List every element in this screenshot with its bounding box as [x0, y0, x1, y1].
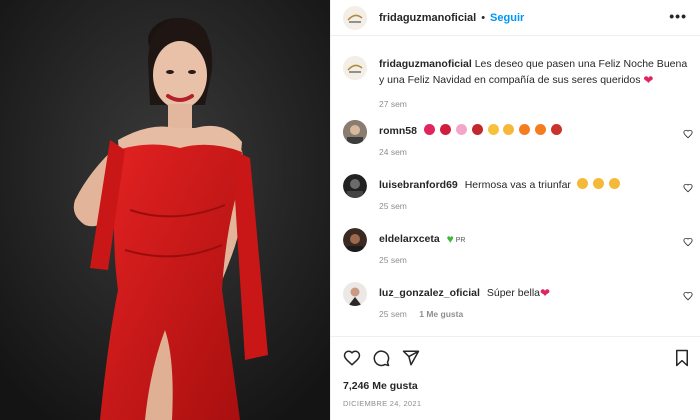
pr-flag: PR — [455, 237, 466, 244]
fire-emoji-icon — [519, 124, 531, 135]
clap-emoji-icon — [592, 178, 604, 189]
comment-time[interactable]: 25 sem — [379, 255, 407, 265]
heart-arrow-emoji-icon — [423, 124, 435, 135]
comment-item: luisebranford69 Hermosa vas a triunfar 2… — [343, 174, 693, 214]
comment-icon[interactable] — [372, 349, 390, 367]
rose-emoji-icon — [471, 124, 483, 135]
comment-username[interactable]: eldelarxceta — [379, 233, 440, 245]
heart-emoji-icon: ❤ — [643, 73, 654, 87]
bookmark-icon[interactable] — [674, 349, 690, 367]
photo-illustration — [0, 0, 330, 420]
follow-button[interactable]: Seguir — [490, 12, 524, 24]
likes-count[interactable]: 7,246 Me gusta — [343, 380, 418, 392]
comment-body: Hermosa vas a triunfar — [464, 179, 571, 191]
comment-meta: 25 sem — [379, 255, 417, 265]
caption-time[interactable]: 27 sem — [379, 96, 691, 112]
star-face-emoji-icon — [503, 124, 515, 135]
comment-text: luisebranford69 Hermosa vas a triunfar — [379, 178, 622, 191]
avatar[interactable] — [343, 282, 367, 306]
comment-text: luz_gonzalez_oficial Súper bella❤ — [379, 286, 550, 300]
like-comment-heart-icon[interactable] — [683, 291, 693, 301]
flower-emoji-icon — [455, 124, 467, 135]
action-bar: 7,246 Me gusta DICIEMBRE 24, 2021 — [331, 336, 700, 420]
comment-likes-link[interactable]: 1 Me gusta — [419, 309, 463, 319]
comment-username[interactable]: luz_gonzalez_oficial — [379, 287, 480, 299]
kiss-emoji-icon — [439, 124, 451, 135]
like-comment-heart-icon[interactable] — [683, 129, 693, 139]
comment-meta: 24 sem — [379, 147, 417, 157]
post-date[interactable]: DICIEMBRE 24, 2021 — [343, 399, 421, 408]
header-username[interactable]: fridaguzmanoficial — [379, 12, 476, 24]
gift-emoji-icon — [551, 124, 563, 135]
avatar[interactable] — [343, 228, 367, 252]
green-heart-emoji-icon: ♥ — [446, 232, 454, 246]
comment-item: eldelarxceta ♥ PR 25 sem — [343, 228, 693, 268]
fire-emoji-icon — [535, 124, 547, 135]
avatar[interactable] — [343, 56, 367, 80]
heart-eyes-emoji-icon — [487, 124, 499, 135]
comment-time[interactable]: 25 sem — [379, 201, 407, 211]
post-detail-panel: fridaguzmanoficial • Seguir ••• fridaguz… — [330, 0, 700, 420]
comment-time[interactable]: 25 sem — [379, 309, 407, 319]
comment-meta: 25 sem — [379, 201, 417, 211]
comment-time[interactable]: 24 sem — [379, 147, 407, 157]
heart-icon[interactable] — [343, 349, 361, 367]
comment-item: romn58 24 sem — [343, 120, 693, 160]
clap-emoji-icon — [576, 178, 588, 189]
avatar[interactable] — [343, 5, 367, 30]
avatar[interactable] — [343, 174, 367, 198]
comment-text: romn58 — [379, 124, 564, 137]
caption-username[interactable]: fridaguzmanoficial — [379, 58, 472, 70]
send-icon[interactable] — [402, 349, 420, 367]
like-comment-heart-icon[interactable] — [683, 237, 693, 247]
comment-username[interactable]: luisebranford69 — [379, 179, 458, 191]
comments-section[interactable]: fridaguzmanoficial Les deseo que pasen u… — [331, 36, 700, 336]
caption-text: fridaguzmanoficial Les deseo que pasen u… — [379, 56, 691, 112]
comment-text: eldelarxceta ♥ PR — [379, 232, 466, 246]
comment-username[interactable]: romn58 — [379, 125, 417, 137]
heart-emoji-icon: ❤ — [540, 286, 551, 300]
avatar[interactable] — [343, 120, 367, 144]
comment-meta: 25 sem 1 Me gusta — [379, 309, 473, 319]
comment-body: Súper bella — [486, 287, 540, 299]
like-comment-heart-icon[interactable] — [683, 183, 693, 193]
separator-dot: • — [481, 11, 486, 24]
comment-item: luz_gonzalez_oficial Súper bella❤ 25 sem… — [343, 282, 693, 322]
post-image[interactable] — [0, 0, 330, 420]
more-options-icon[interactable]: ••• — [669, 9, 687, 23]
post-header: fridaguzmanoficial • Seguir ••• — [331, 0, 700, 36]
emoji-row — [423, 124, 564, 137]
clap-emoji-icon — [608, 178, 620, 189]
